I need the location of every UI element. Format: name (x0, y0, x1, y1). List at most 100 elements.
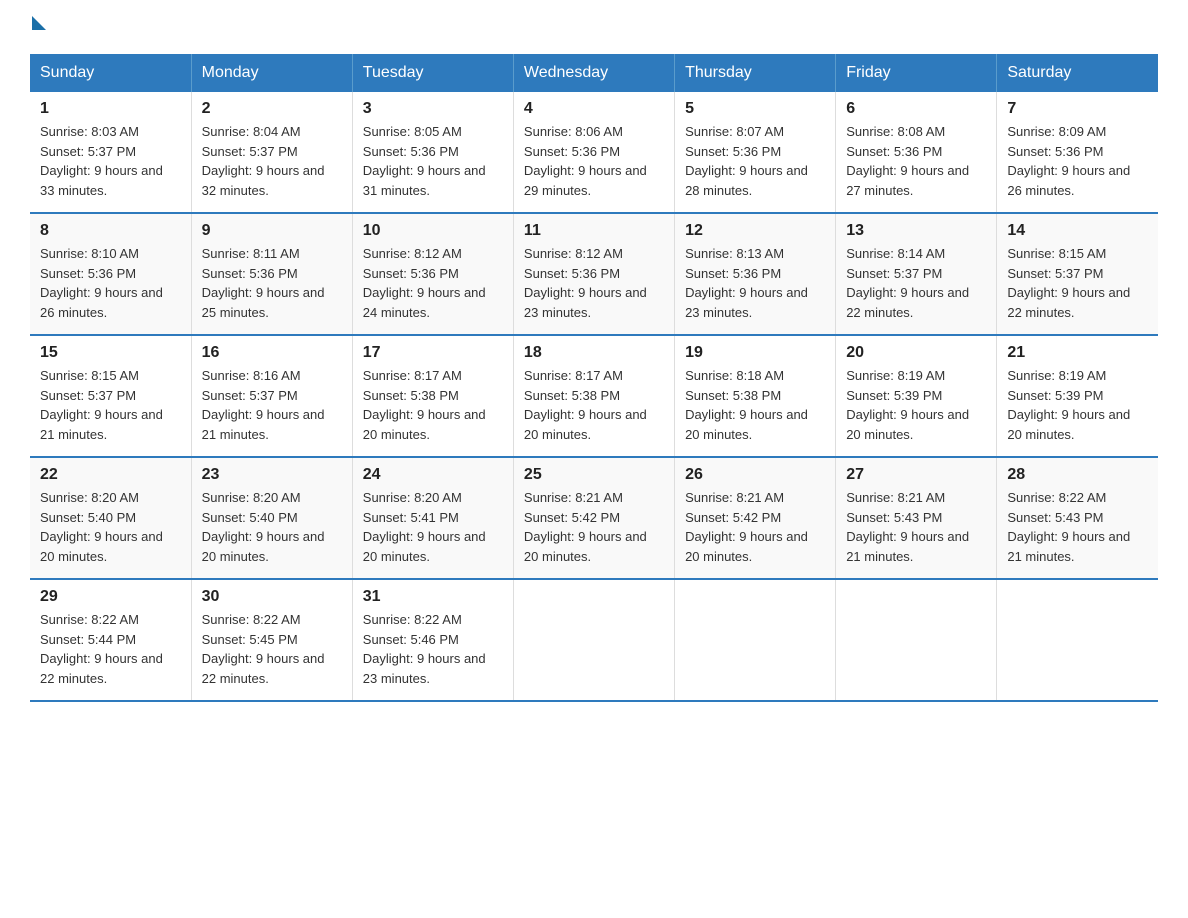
day-number: 10 (363, 222, 503, 240)
header-thursday: Thursday (675, 54, 836, 92)
calendar-cell: 14 Sunrise: 8:15 AMSunset: 5:37 PMDaylig… (997, 213, 1158, 335)
logo (30, 20, 46, 34)
day-info: Sunrise: 8:12 AMSunset: 5:36 PMDaylight:… (524, 244, 664, 322)
day-number: 20 (846, 344, 986, 362)
page-header (30, 20, 1158, 34)
calendar-cell: 31 Sunrise: 8:22 AMSunset: 5:46 PMDaylig… (352, 579, 513, 701)
calendar-week-row: 1 Sunrise: 8:03 AMSunset: 5:37 PMDayligh… (30, 92, 1158, 213)
calendar-cell: 3 Sunrise: 8:05 AMSunset: 5:36 PMDayligh… (352, 92, 513, 213)
calendar-cell: 23 Sunrise: 8:20 AMSunset: 5:40 PMDaylig… (191, 457, 352, 579)
day-info: Sunrise: 8:19 AMSunset: 5:39 PMDaylight:… (846, 366, 986, 444)
calendar-cell: 9 Sunrise: 8:11 AMSunset: 5:36 PMDayligh… (191, 213, 352, 335)
calendar-cell: 4 Sunrise: 8:06 AMSunset: 5:36 PMDayligh… (513, 92, 674, 213)
calendar-cell: 18 Sunrise: 8:17 AMSunset: 5:38 PMDaylig… (513, 335, 674, 457)
logo-triangle-icon (32, 16, 46, 30)
calendar-cell: 1 Sunrise: 8:03 AMSunset: 5:37 PMDayligh… (30, 92, 191, 213)
day-number: 31 (363, 588, 503, 606)
calendar-cell: 26 Sunrise: 8:21 AMSunset: 5:42 PMDaylig… (675, 457, 836, 579)
day-info: Sunrise: 8:20 AMSunset: 5:40 PMDaylight:… (202, 488, 342, 566)
day-info: Sunrise: 8:06 AMSunset: 5:36 PMDaylight:… (524, 122, 664, 200)
day-info: Sunrise: 8:17 AMSunset: 5:38 PMDaylight:… (524, 366, 664, 444)
day-info: Sunrise: 8:05 AMSunset: 5:36 PMDaylight:… (363, 122, 503, 200)
calendar-cell: 11 Sunrise: 8:12 AMSunset: 5:36 PMDaylig… (513, 213, 674, 335)
day-number: 22 (40, 466, 181, 484)
calendar-cell: 27 Sunrise: 8:21 AMSunset: 5:43 PMDaylig… (836, 457, 997, 579)
day-info: Sunrise: 8:04 AMSunset: 5:37 PMDaylight:… (202, 122, 342, 200)
day-info: Sunrise: 8:10 AMSunset: 5:36 PMDaylight:… (40, 244, 181, 322)
calendar-cell: 19 Sunrise: 8:18 AMSunset: 5:38 PMDaylig… (675, 335, 836, 457)
day-number: 12 (685, 222, 825, 240)
day-info: Sunrise: 8:07 AMSunset: 5:36 PMDaylight:… (685, 122, 825, 200)
day-number: 4 (524, 100, 664, 118)
day-info: Sunrise: 8:20 AMSunset: 5:41 PMDaylight:… (363, 488, 503, 566)
day-number: 28 (1007, 466, 1148, 484)
day-number: 23 (202, 466, 342, 484)
calendar-cell (997, 579, 1158, 701)
day-info: Sunrise: 8:22 AMSunset: 5:43 PMDaylight:… (1007, 488, 1148, 566)
day-number: 25 (524, 466, 664, 484)
calendar-cell: 21 Sunrise: 8:19 AMSunset: 5:39 PMDaylig… (997, 335, 1158, 457)
calendar-cell: 15 Sunrise: 8:15 AMSunset: 5:37 PMDaylig… (30, 335, 191, 457)
header-monday: Monday (191, 54, 352, 92)
day-info: Sunrise: 8:22 AMSunset: 5:45 PMDaylight:… (202, 610, 342, 688)
day-number: 19 (685, 344, 825, 362)
day-info: Sunrise: 8:17 AMSunset: 5:38 PMDaylight:… (363, 366, 503, 444)
calendar-cell (675, 579, 836, 701)
calendar-cell: 22 Sunrise: 8:20 AMSunset: 5:40 PMDaylig… (30, 457, 191, 579)
day-number: 3 (363, 100, 503, 118)
day-info: Sunrise: 8:13 AMSunset: 5:36 PMDaylight:… (685, 244, 825, 322)
calendar-cell: 25 Sunrise: 8:21 AMSunset: 5:42 PMDaylig… (513, 457, 674, 579)
day-info: Sunrise: 8:20 AMSunset: 5:40 PMDaylight:… (40, 488, 181, 566)
day-info: Sunrise: 8:18 AMSunset: 5:38 PMDaylight:… (685, 366, 825, 444)
day-info: Sunrise: 8:11 AMSunset: 5:36 PMDaylight:… (202, 244, 342, 322)
day-number: 9 (202, 222, 342, 240)
calendar-cell (513, 579, 674, 701)
calendar-cell: 8 Sunrise: 8:10 AMSunset: 5:36 PMDayligh… (30, 213, 191, 335)
day-info: Sunrise: 8:03 AMSunset: 5:37 PMDaylight:… (40, 122, 181, 200)
day-number: 6 (846, 100, 986, 118)
calendar-week-row: 22 Sunrise: 8:20 AMSunset: 5:40 PMDaylig… (30, 457, 1158, 579)
day-number: 5 (685, 100, 825, 118)
day-number: 30 (202, 588, 342, 606)
day-number: 15 (40, 344, 181, 362)
day-number: 18 (524, 344, 664, 362)
calendar-cell: 13 Sunrise: 8:14 AMSunset: 5:37 PMDaylig… (836, 213, 997, 335)
day-info: Sunrise: 8:14 AMSunset: 5:37 PMDaylight:… (846, 244, 986, 322)
header-saturday: Saturday (997, 54, 1158, 92)
day-info: Sunrise: 8:21 AMSunset: 5:43 PMDaylight:… (846, 488, 986, 566)
calendar-cell: 5 Sunrise: 8:07 AMSunset: 5:36 PMDayligh… (675, 92, 836, 213)
header-friday: Friday (836, 54, 997, 92)
calendar-cell: 6 Sunrise: 8:08 AMSunset: 5:36 PMDayligh… (836, 92, 997, 213)
day-info: Sunrise: 8:08 AMSunset: 5:36 PMDaylight:… (846, 122, 986, 200)
calendar-cell: 16 Sunrise: 8:16 AMSunset: 5:37 PMDaylig… (191, 335, 352, 457)
day-info: Sunrise: 8:16 AMSunset: 5:37 PMDaylight:… (202, 366, 342, 444)
day-info: Sunrise: 8:12 AMSunset: 5:36 PMDaylight:… (363, 244, 503, 322)
day-number: 26 (685, 466, 825, 484)
calendar-cell: 28 Sunrise: 8:22 AMSunset: 5:43 PMDaylig… (997, 457, 1158, 579)
day-info: Sunrise: 8:22 AMSunset: 5:46 PMDaylight:… (363, 610, 503, 688)
calendar-cell: 29 Sunrise: 8:22 AMSunset: 5:44 PMDaylig… (30, 579, 191, 701)
day-info: Sunrise: 8:22 AMSunset: 5:44 PMDaylight:… (40, 610, 181, 688)
calendar-cell: 12 Sunrise: 8:13 AMSunset: 5:36 PMDaylig… (675, 213, 836, 335)
day-info: Sunrise: 8:15 AMSunset: 5:37 PMDaylight:… (40, 366, 181, 444)
calendar-header-row: SundayMondayTuesdayWednesdayThursdayFrid… (30, 54, 1158, 92)
day-info: Sunrise: 8:09 AMSunset: 5:36 PMDaylight:… (1007, 122, 1148, 200)
calendar-cell: 17 Sunrise: 8:17 AMSunset: 5:38 PMDaylig… (352, 335, 513, 457)
day-number: 27 (846, 466, 986, 484)
day-info: Sunrise: 8:15 AMSunset: 5:37 PMDaylight:… (1007, 244, 1148, 322)
day-number: 24 (363, 466, 503, 484)
calendar-table: SundayMondayTuesdayWednesdayThursdayFrid… (30, 54, 1158, 702)
day-number: 8 (40, 222, 181, 240)
header-wednesday: Wednesday (513, 54, 674, 92)
day-number: 29 (40, 588, 181, 606)
calendar-cell: 24 Sunrise: 8:20 AMSunset: 5:41 PMDaylig… (352, 457, 513, 579)
calendar-cell: 7 Sunrise: 8:09 AMSunset: 5:36 PMDayligh… (997, 92, 1158, 213)
calendar-cell: 10 Sunrise: 8:12 AMSunset: 5:36 PMDaylig… (352, 213, 513, 335)
day-number: 17 (363, 344, 503, 362)
day-number: 21 (1007, 344, 1148, 362)
header-tuesday: Tuesday (352, 54, 513, 92)
day-number: 16 (202, 344, 342, 362)
day-info: Sunrise: 8:21 AMSunset: 5:42 PMDaylight:… (685, 488, 825, 566)
day-number: 11 (524, 222, 664, 240)
day-number: 7 (1007, 100, 1148, 118)
